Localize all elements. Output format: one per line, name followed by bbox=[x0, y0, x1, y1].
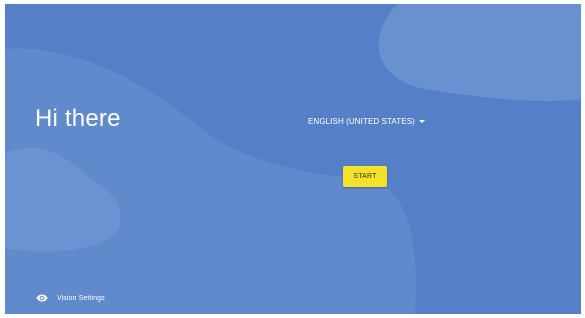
background-waves bbox=[5, 4, 581, 314]
vision-settings-label: Vision Settings bbox=[57, 294, 105, 302]
dropdown-arrow-icon bbox=[418, 120, 425, 123]
vision-settings-button[interactable]: Vision Settings bbox=[36, 292, 105, 304]
welcome-screen: Hi there ENGLISH (UNITED STATES) START V… bbox=[5, 4, 581, 314]
language-label: ENGLISH (UNITED STATES) bbox=[308, 116, 415, 126]
eye-icon bbox=[36, 294, 48, 302]
language-dropdown[interactable]: ENGLISH (UNITED STATES) bbox=[308, 113, 425, 129]
start-button[interactable]: START bbox=[343, 166, 387, 187]
page-title: Hi there bbox=[35, 105, 121, 132]
